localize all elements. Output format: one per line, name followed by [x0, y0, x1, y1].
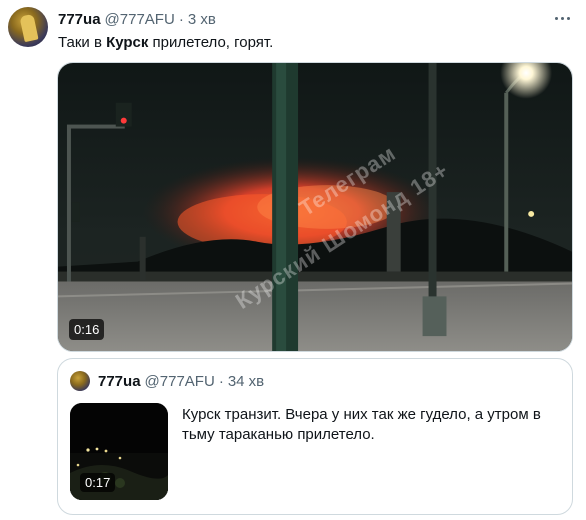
tweet-text-before: Таки в: [58, 34, 107, 51]
tweet-text-bold: Курск: [106, 34, 149, 51]
tweet-time[interactable]: 3 хв: [188, 11, 216, 28]
quoted-video-duration-badge: 0:17: [80, 473, 116, 492]
tweet-text: Таки в Курск прилетело, горят.: [58, 33, 273, 53]
quoted-user-handle: @777AFU: [144, 372, 215, 390]
quoted-tweet-text: Курск транзит. Вчера у них так же гудело…: [182, 406, 541, 443]
more-horizontal-icon[interactable]: [550, 8, 574, 28]
tweet-header: 777ua @777AFU · 3 хв: [58, 9, 216, 29]
quoted-tweet-time: 34 хв: [227, 372, 265, 390]
quoted-display-name: 777ua: [98, 372, 141, 390]
quoted-separator-dot: ·: [218, 372, 224, 390]
display-name[interactable]: 777ua: [58, 11, 101, 28]
quoted-video-thumbnail[interactable]: 0:17: [70, 403, 168, 500]
video-player[interactable]: Телеграм Курский Шомонд 18+ 0:16: [57, 62, 573, 352]
quoted-avatar: [70, 371, 90, 391]
quoted-tweet[interactable]: 777ua @777AFU · 34 хв 0:17 Курск транзит…: [57, 358, 573, 515]
video-duration-badge: 0:16: [69, 319, 105, 340]
quoted-tweet-header: 777ua @777AFU · 34 хв: [98, 371, 264, 391]
separator-dot: ·: [178, 10, 184, 28]
tweet[interactable]: 777ua @777AFU · 3 хв Таки в Курск прилет…: [0, 0, 586, 520]
avatar[interactable]: [8, 7, 48, 47]
user-handle[interactable]: @777AFU: [105, 11, 175, 28]
tweet-text-after: прилетело, горят.: [148, 34, 274, 51]
